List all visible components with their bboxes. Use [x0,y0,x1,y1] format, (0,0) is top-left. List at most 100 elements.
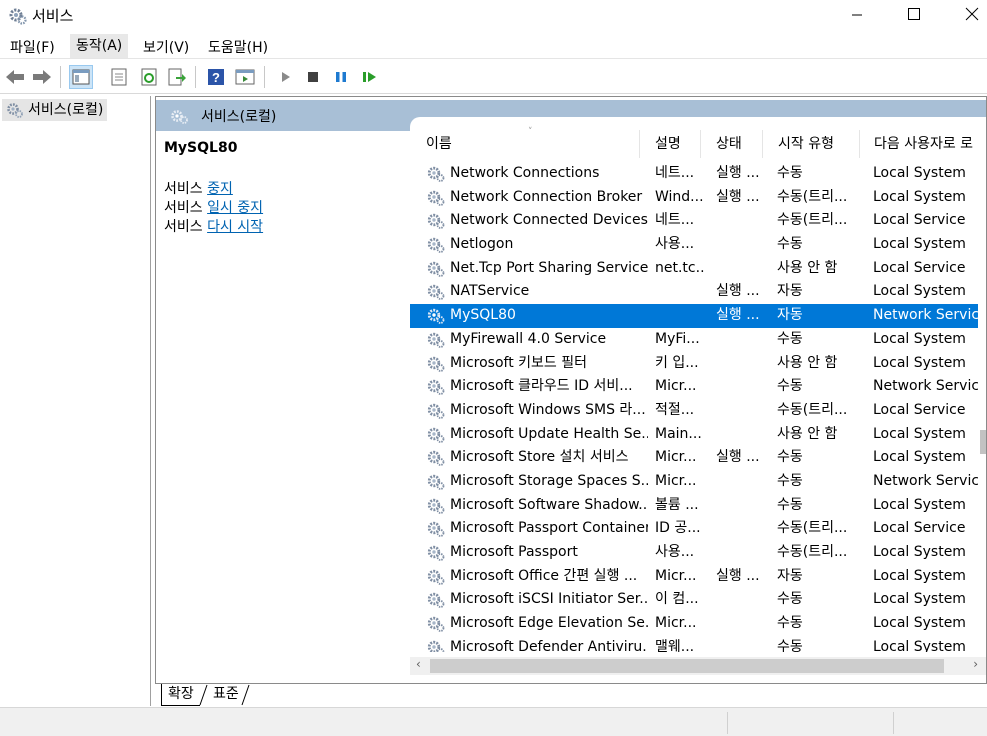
help-button[interactable]: ? [204,65,228,89]
start-service-button[interactable] [274,65,298,89]
pause-service-button[interactable] [329,65,353,89]
main-pane: 서비스(로컬) MySQL80 서비스 중지 서비스 일시 중지 서비스 다시 … [155,96,987,684]
table-row[interactable]: MySQL80 실행 ... 자동 Network Service [410,304,986,328]
table-row[interactable]: Microsoft Storage Spaces S... Micr... 수동 Ne… [410,470,986,494]
table-row[interactable]: Microsoft Update Health Se... Main... 사용 안… [410,423,986,447]
cell-status [716,352,772,376]
column-header-startup-type[interactable]: 시작 유형 [763,130,860,158]
table-row[interactable]: Microsoft 키보드 필터 키 입... 사용 안 함 Local System [410,352,986,376]
table-row[interactable]: Microsoft iSCSI Initiator Ser... 이 컴... 수동… [410,588,986,612]
table-row[interactable]: Microsoft Defender Antiviru... 맬웨... 수동 Loc… [410,636,986,652]
scroll-right-icon[interactable]: › [973,657,978,671]
cell-startup-type: 자동 [777,283,803,300]
table-row[interactable]: NATService 실행 ... 자동 Local System [410,280,986,304]
action-pause-line: 서비스 일시 중지 [164,200,264,216]
restart-service-button[interactable] [358,65,382,89]
vertical-scrollbar[interactable] [978,162,986,652]
table-row[interactable]: Microsoft Passport 사용... 수동(트리... Local Sys… [410,541,986,565]
cell-startup-type: 수동 [777,496,803,513]
menu-file[interactable]: 파일(F) [10,37,55,57]
table-row[interactable]: Microsoft 클라우드 ID 서비... Micr... 수동 Network … [410,375,986,399]
svg-text:?: ? [212,70,220,85]
cell-status [716,257,772,281]
show-hide-button[interactable] [233,65,257,89]
table-row[interactable]: Microsoft Passport Container ID 공... 수동(트리… [410,517,986,541]
cell-description: 적절... [655,401,695,418]
cell-name: MyFirewall 4.0 Service [450,330,607,347]
service-gear-icon [427,403,445,419]
cell-status [716,541,772,565]
properties-button[interactable] [107,65,131,89]
column-header-name[interactable]: 이름 [422,130,640,158]
column-header-status[interactable]: 상태 [701,130,763,158]
toolbar-separator [264,66,265,88]
maximize-button[interactable] [890,0,936,30]
cell-startup-type: 수동(트리... [777,520,848,537]
cell-description: 볼륨 ... [655,496,699,513]
tab-extended[interactable]: 확장 [161,684,200,706]
refresh-button[interactable] [137,65,161,89]
table-row[interactable]: Microsoft Windows SMS 라... 적절... 수동(트리... L… [410,399,986,423]
menu-action[interactable]: 동작(A) [70,34,129,58]
vertical-scroll-thumb[interactable] [980,430,986,454]
service-gear-icon [427,522,445,538]
cell-description: 맬웨... [655,638,695,652]
cell-name: Microsoft Update Health Se... [450,425,648,442]
selected-service-name: MySQL80 [164,140,238,156]
service-gear-icon [427,308,445,325]
horizontal-scroll-thumb[interactable] [430,659,944,673]
cell-logon-as: Local System [873,354,966,371]
cell-description: Micr... [655,615,697,632]
console-tree-button[interactable] [69,65,93,89]
stop-service-link[interactable]: 중지 [207,181,233,197]
table-row[interactable]: Net.Tcp Port Sharing Service net.tc... 사용 … [410,257,986,281]
cell-startup-type: 수동 [777,330,803,347]
forward-button[interactable] [30,65,54,89]
cell-name: Microsoft iSCSI Initiator Ser... [450,591,648,608]
cell-name: Microsoft Passport Container [450,520,648,537]
window-title: 서비스 [32,7,74,25]
cell-logon-as: Local System [873,330,966,347]
pause-service-link[interactable]: 일시 중지 [207,200,263,216]
tree-item-services-local[interactable]: 서비스(로컬) [2,99,108,121]
cell-logon-as: Network Service [873,378,986,395]
stop-service-button[interactable] [301,65,325,89]
cell-name: Microsoft Storage Spaces S... [450,472,648,489]
restart-service-link[interactable]: 다시 시작 [207,219,263,235]
cell-logon-as: Local System [873,165,966,181]
table-row[interactable]: Microsoft Office 간편 실행 ... Micr... 실행 ... 자… [410,565,986,589]
column-header-logon-as[interactable]: 다음 사용자로 로 [860,130,986,158]
horizontal-scrollbar[interactable]: ‹ › [410,657,986,675]
close-icon [965,7,979,21]
cell-logon-as: Local Service [873,401,966,418]
export-button[interactable] [165,65,189,89]
cell-status [716,470,772,494]
column-header-description[interactable]: 설명 [640,130,701,158]
table-row[interactable]: Network Connected Devices... 네트... 수동(트리..… [410,209,986,233]
service-gear-icon [427,640,445,652]
table-row[interactable]: Network Connection Broker Wind... 실행 ... 수동… [410,186,986,210]
cell-startup-type: 수동(트리... [777,401,848,418]
cell-description: 이 컴... [655,591,699,608]
back-button[interactable] [3,65,27,89]
cell-startup-type: 사용 안 함 [777,425,838,442]
table-row[interactable]: Microsoft Edge Elevation Se... Micr... 수동 L… [410,612,986,636]
table-row[interactable]: Network Connections 네트... 실행 ... 수동 Local Sy… [410,162,986,186]
cell-status: 실행 ... [716,283,760,300]
close-button[interactable] [946,0,987,30]
main-header-title: 서비스(로컬) [201,109,277,125]
service-gear-icon [427,190,445,206]
table-row[interactable]: Netlogon 사용... 수동 Local System [410,233,986,257]
table-row[interactable]: Microsoft Software Shadow... 볼륨 ... 수동 Loca… [410,494,986,518]
menu-view[interactable]: 보기(V) [143,37,189,57]
menu-help[interactable]: 도움말(H) [208,37,268,57]
scroll-left-icon[interactable]: ‹ [416,657,421,671]
table-row[interactable]: Microsoft Store 설치 서비스 Micr... 실행 ... 수동 Loc… [410,446,986,470]
minimize-button[interactable] [834,0,880,30]
table-row[interactable]: MyFirewall 4.0 Service MyFi... 수동 Local Sys… [410,328,986,352]
service-gear-icon [427,379,445,396]
cell-startup-type: 수동 [777,591,803,608]
tab-standard[interactable]: 표준 [207,684,245,706]
cell-description: 네트... [655,212,695,229]
toolbar-separator [60,66,61,88]
